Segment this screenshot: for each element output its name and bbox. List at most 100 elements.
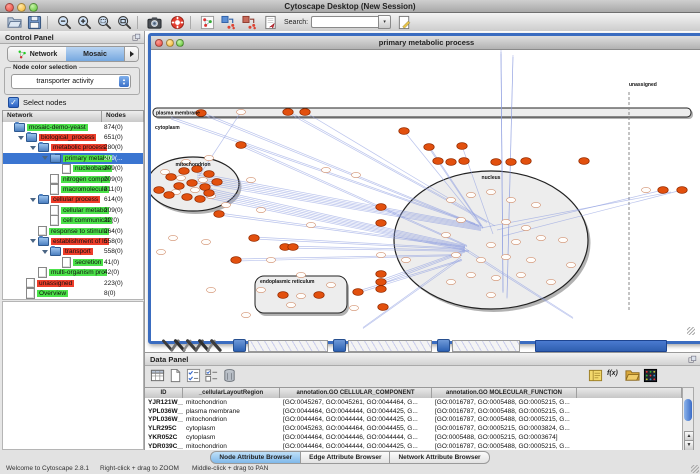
network-node[interactable] [177,175,186,180]
network-tree-item[interactable]: mosaic-demo-yeast874(0) [3,122,143,132]
data-row[interactable]: YKR052Ccytoplasm[GO:0044464, GO:0044446,… [145,433,682,442]
new-network-from-selection-icon[interactable] [200,15,215,30]
zoom-in-icon[interactable] [77,15,92,30]
network-node[interactable] [527,257,536,262]
network-node[interactable] [327,282,336,287]
network-tree-item[interactable]: cellular metabo209(0) [3,205,143,215]
data-row[interactable]: YPL036W__1mitochondrion[GO:0044464, GO:0… [145,416,682,425]
network-node[interactable] [512,239,521,244]
attribute-table-icon[interactable] [150,368,165,383]
network-node[interactable] [537,235,546,240]
delete-attribute-icon[interactable] [222,368,237,383]
network-node[interactable] [157,249,166,254]
network-graph[interactable]: plasma membranecytoplasmmitochondrionnuc… [151,50,696,336]
network-node[interactable] [642,187,651,192]
network-node[interactable] [237,109,246,114]
network-node-selected[interactable] [214,211,224,218]
minimized-window[interactable] [233,340,328,351]
network-node-selected[interactable] [187,180,197,187]
expand-arrow-icon[interactable] [42,250,48,254]
network-node[interactable] [169,235,178,240]
network-node[interactable] [297,272,306,277]
network-node[interactable] [487,242,496,247]
network-window-titlebar[interactable]: primary metabolic process [151,36,700,50]
tree-column-nodes[interactable]: Nodes [102,111,143,122]
network-node-selected[interactable] [459,158,469,165]
apply-layout-red-icon[interactable] [242,15,257,30]
network-node[interactable] [502,219,511,224]
network-node-selected[interactable] [236,142,246,149]
network-node[interactable] [532,202,541,207]
zoom-out-icon[interactable] [57,15,72,30]
tab-network-attribute-browser[interactable]: Network Attribute Browser [390,451,489,464]
network-node[interactable] [492,275,501,280]
network-node-selected[interactable] [376,220,386,227]
network-node-selected[interactable] [182,194,192,201]
tab-mosaic[interactable]: Mosaic [66,47,124,61]
network-node[interactable] [477,257,486,262]
tree-column-network[interactable]: Network [3,111,102,122]
help-icon[interactable] [170,15,185,30]
network-node[interactable] [467,272,476,277]
network-node[interactable] [257,287,266,292]
network-tree-item[interactable]: metabolic process280(0) [3,143,143,153]
network-tree-item[interactable]: Overview8(0) [3,288,143,298]
network-node[interactable] [191,187,200,192]
network-tree-item[interactable]: biological_process651(0) [3,132,143,142]
network-node[interactable] [307,222,316,227]
tab-edge-attribute-browser[interactable]: Edge Attribute Browser [301,451,390,464]
network-node[interactable] [297,293,306,298]
network-node-selected[interactable] [579,158,589,165]
network-node-selected[interactable] [506,159,516,166]
network-node-selected[interactable] [204,171,214,178]
network-node[interactable] [567,262,576,267]
network-tree-item[interactable]: macromolecule311(0) [3,184,143,194]
network-node[interactable] [287,302,296,307]
network-node-selected[interactable] [249,235,259,242]
network-node[interactable] [222,202,231,207]
open-session-icon[interactable] [7,15,22,30]
expand-arrow-icon[interactable] [42,156,48,160]
network-node[interactable] [467,192,476,197]
network-node[interactable] [447,279,456,284]
network-node-selected[interactable] [376,204,386,211]
network-tree-item[interactable]: cellular process614(0) [3,195,143,205]
expand-arrow-icon[interactable] [18,136,24,140]
network-node-selected[interactable] [288,244,298,251]
network-node[interactable] [207,287,216,292]
network-node[interactable] [402,257,411,262]
network-canvas[interactable]: plasma membranecytoplasmmitochondrionnuc… [151,50,696,336]
network-node-selected[interactable] [658,187,668,194]
column-header[interactable]: _cellularLayoutRegion [183,388,280,398]
network-tree-item[interactable]: transport558(0) [3,247,143,257]
edit-search-options-icon[interactable] [397,15,412,30]
network-node[interactable] [452,252,461,257]
network-node[interactable] [442,232,451,237]
float-panel-icon[interactable] [132,33,141,42]
minimized-window[interactable] [333,340,432,351]
network-node-selected[interactable] [179,168,189,175]
network-node-selected[interactable] [353,289,363,296]
data-row[interactable]: YLR295Ccytoplasm[GO:0045263, GO:0044464,… [145,424,682,433]
select-from-page-icon[interactable] [263,15,278,30]
expand-arrow-icon[interactable] [30,146,36,150]
network-node[interactable] [350,305,359,310]
zoom-fit-icon[interactable] [117,15,132,30]
network-node[interactable] [447,197,456,202]
network-node-selected[interactable] [154,187,164,194]
network-tree-item[interactable]: secretion41(0) [3,257,143,267]
data-table-scrollbar[interactable]: ▲ ▼ [682,387,694,451]
network-node[interactable] [247,177,256,182]
network-node-selected[interactable] [212,179,222,186]
network-node[interactable] [202,239,211,244]
network-node[interactable] [352,172,361,177]
search-dropdown-arrow-icon[interactable]: ▾ [378,15,391,29]
new-attribute-icon[interactable] [168,368,183,383]
network-node[interactable] [377,252,386,257]
save-session-icon[interactable] [27,15,42,30]
network-node[interactable] [205,155,214,160]
network-node[interactable] [457,217,466,222]
network-node-selected[interactable] [174,183,184,190]
node-color-dropdown[interactable]: transporter activity ▲▼ [11,74,131,89]
network-node-selected[interactable] [521,158,531,165]
